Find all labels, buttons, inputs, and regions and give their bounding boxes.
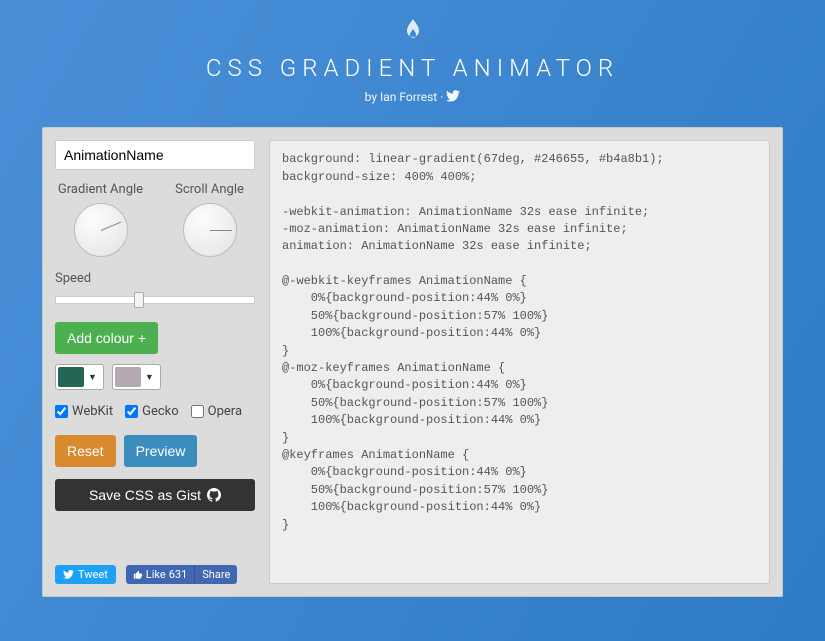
prefix-label: Gecko xyxy=(142,404,179,419)
prefix-gecko[interactable]: Gecko xyxy=(125,404,179,419)
scroll-angle-knob[interactable] xyxy=(183,203,237,257)
byline-prefix: by xyxy=(365,90,380,104)
gradient-angle-label: Gradient Angle xyxy=(55,182,146,197)
fb-like-button[interactable]: Like 631 xyxy=(126,565,194,584)
prefix-checkbox-opera[interactable] xyxy=(191,405,204,418)
colour-swatch-0[interactable]: ▼ xyxy=(55,364,104,390)
twitter-icon xyxy=(63,570,74,579)
fb-like-label: Like xyxy=(146,568,166,581)
scroll-angle-label: Scroll Angle xyxy=(164,182,255,197)
prefix-checkbox-webkit[interactable] xyxy=(55,405,68,418)
css-output[interactable]: background: linear-gradient(67deg, #2466… xyxy=(269,140,770,584)
gradient-angle-knob[interactable] xyxy=(74,203,128,257)
speed-slider[interactable] xyxy=(55,290,255,308)
chevron-down-icon: ▼ xyxy=(141,372,158,383)
page-title: CSS GRADIENT ANIMATOR xyxy=(0,54,825,82)
twitter-link[interactable] xyxy=(446,90,460,105)
main-panel: Gradient Angle Scroll Angle Speed Add co… xyxy=(42,127,783,597)
colour-chip xyxy=(115,367,141,387)
controls-column: Gradient Angle Scroll Angle Speed Add co… xyxy=(55,140,255,584)
flame-logo-icon xyxy=(0,18,825,46)
preview-button[interactable]: Preview xyxy=(124,435,198,467)
prefix-webkit[interactable]: WebKit xyxy=(55,404,113,419)
reset-button[interactable]: Reset xyxy=(55,435,116,467)
animation-name-input[interactable] xyxy=(55,140,255,170)
tweet-label: Tweet xyxy=(78,568,108,581)
speed-label: Speed xyxy=(55,271,255,286)
author-link[interactable]: Ian Forrest xyxy=(380,90,437,104)
colour-chip xyxy=(58,367,84,387)
tweet-button[interactable]: Tweet xyxy=(55,565,116,584)
twitter-icon xyxy=(446,90,460,102)
save-gist-label: Save CSS as Gist xyxy=(89,487,201,503)
fb-share-button[interactable]: Share xyxy=(194,565,237,584)
github-icon xyxy=(207,488,221,502)
chevron-down-icon: ▼ xyxy=(84,372,101,383)
prefix-label: Opera xyxy=(208,404,242,419)
add-colour-button[interactable]: Add colour + xyxy=(55,322,158,354)
thumbs-up-icon xyxy=(133,570,143,580)
save-gist-button[interactable]: Save CSS as Gist xyxy=(55,479,255,511)
fb-like-count: 631 xyxy=(169,568,188,581)
byline: by Ian Forrest · xyxy=(0,90,825,105)
prefix-label: WebKit xyxy=(72,404,113,419)
prefix-checkbox-gecko[interactable] xyxy=(125,405,138,418)
prefix-opera[interactable]: Opera xyxy=(191,404,242,419)
colour-swatch-1[interactable]: ▼ xyxy=(112,364,161,390)
